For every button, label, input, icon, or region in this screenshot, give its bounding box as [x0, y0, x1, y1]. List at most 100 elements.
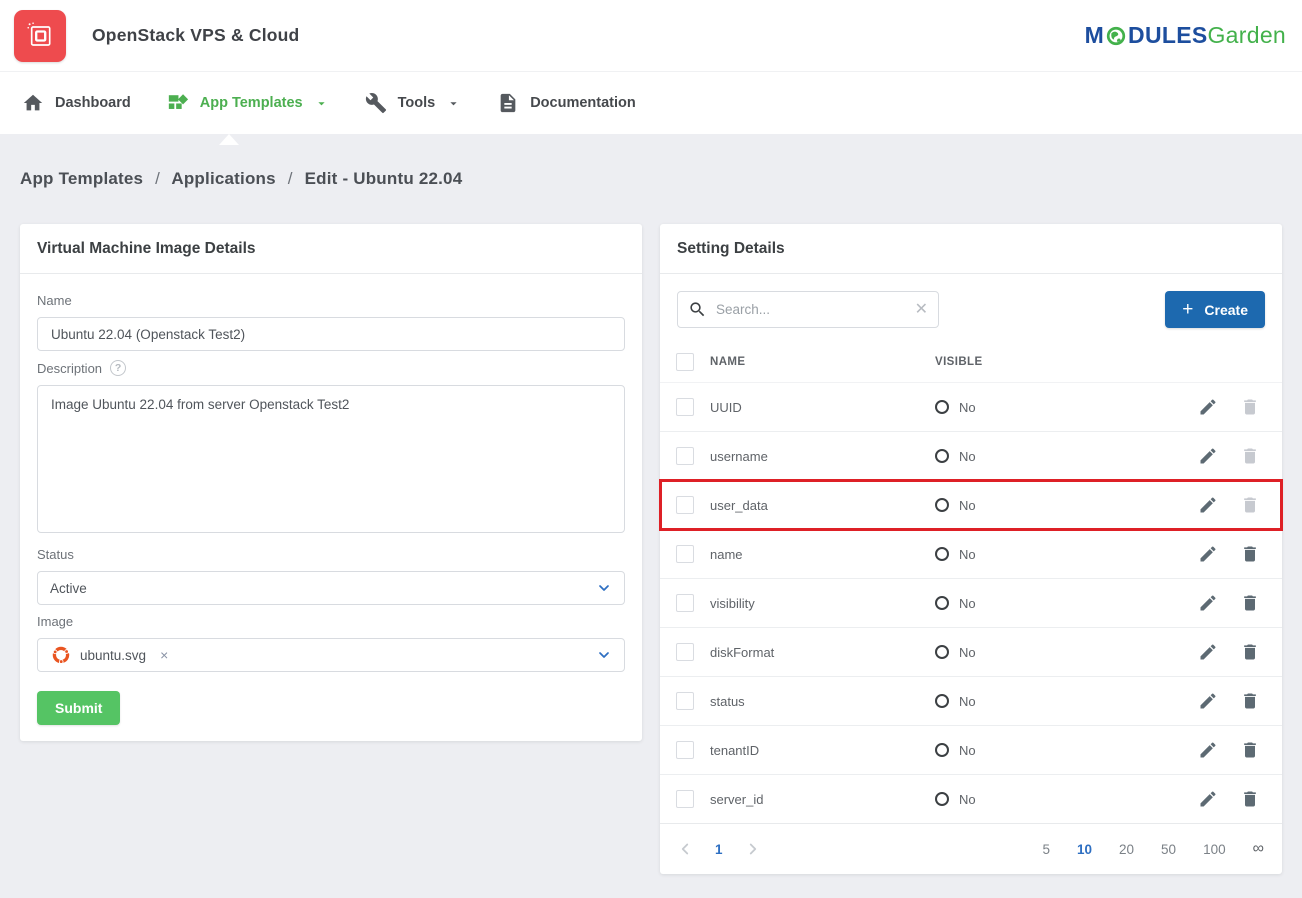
- visible-label: No: [959, 694, 976, 709]
- page-size-10[interactable]: 10: [1077, 842, 1092, 857]
- delete-button[interactable]: [1228, 688, 1272, 714]
- description-field-label: Description ?: [37, 360, 625, 376]
- search-input[interactable]: [677, 291, 939, 328]
- edit-button[interactable]: [1188, 492, 1228, 518]
- nav-item-documentation[interactable]: Documentation: [497, 92, 636, 114]
- name-input[interactable]: [37, 317, 625, 351]
- delete-button[interactable]: [1228, 541, 1272, 567]
- delete-button[interactable]: [1228, 639, 1272, 665]
- edit-button[interactable]: [1188, 786, 1228, 812]
- settings-toolbar: ✕ + Create: [660, 274, 1282, 342]
- submit-button[interactable]: Submit: [37, 691, 120, 725]
- radio-unchecked-icon[interactable]: [935, 400, 949, 414]
- trash-icon: [1240, 642, 1260, 662]
- edit-button[interactable]: [1188, 737, 1228, 763]
- radio-unchecked-icon[interactable]: [935, 449, 949, 463]
- help-icon[interactable]: ?: [110, 360, 126, 376]
- row-checkbox[interactable]: [676, 496, 694, 514]
- pencil-icon: [1198, 642, 1218, 662]
- row-checkbox[interactable]: [676, 741, 694, 759]
- visible-cell: No: [935, 498, 1188, 513]
- visible-cell: No: [935, 694, 1188, 709]
- page-size-5[interactable]: 5: [1042, 842, 1050, 857]
- pencil-icon: [1198, 593, 1218, 613]
- table-row: name No: [660, 529, 1282, 578]
- edit-button[interactable]: [1188, 394, 1228, 420]
- delete-button[interactable]: [1228, 737, 1272, 763]
- delete-button[interactable]: [1228, 590, 1272, 616]
- radio-unchecked-icon[interactable]: [935, 547, 949, 561]
- row-checkbox[interactable]: [676, 643, 694, 661]
- delete-button[interactable]: [1228, 492, 1272, 518]
- edit-button[interactable]: [1188, 590, 1228, 616]
- page-size-100[interactable]: 100: [1203, 842, 1226, 857]
- document-icon: [497, 92, 519, 114]
- nav-item-dashboard[interactable]: Dashboard: [22, 92, 131, 114]
- edit-button[interactable]: [1188, 541, 1228, 567]
- radio-unchecked-icon[interactable]: [935, 743, 949, 757]
- table-row: visibility No: [660, 578, 1282, 627]
- row-checkbox[interactable]: [676, 790, 694, 808]
- row-name: tenantID: [710, 743, 935, 758]
- delete-button[interactable]: [1228, 394, 1272, 420]
- nav-item-app-templates[interactable]: App Templates: [167, 92, 329, 114]
- create-button[interactable]: + Create: [1165, 291, 1265, 328]
- top-header: OpenStack VPS & Cloud M DULES Garden: [0, 0, 1302, 72]
- chip-remove-icon[interactable]: ×: [160, 647, 168, 663]
- pencil-icon: [1198, 397, 1218, 417]
- edit-button[interactable]: [1188, 688, 1228, 714]
- active-nav-notch: [219, 134, 239, 145]
- table-row: user_data No: [660, 480, 1282, 529]
- search-box: ✕: [677, 291, 939, 328]
- prev-page-icon[interactable]: [676, 840, 694, 858]
- search-clear-icon[interactable]: ✕: [915, 299, 928, 319]
- page-size-infinity[interactable]: ∞: [1253, 840, 1264, 858]
- delete-button[interactable]: [1228, 786, 1272, 812]
- radio-unchecked-icon[interactable]: [935, 498, 949, 512]
- row-checkbox[interactable]: [676, 545, 694, 563]
- trash-icon: [1240, 446, 1260, 466]
- app-logo-icon: [14, 10, 66, 62]
- description-textarea[interactable]: Image Ubuntu 22.04 from server Openstack…: [37, 385, 625, 533]
- row-checkbox[interactable]: [676, 692, 694, 710]
- pencil-icon: [1198, 740, 1218, 760]
- nav-item-tools[interactable]: Tools: [365, 92, 462, 114]
- visible-label: No: [959, 792, 976, 807]
- row-checkbox[interactable]: [676, 594, 694, 612]
- next-page-icon[interactable]: [744, 840, 762, 858]
- breadcrumb-app-templates[interactable]: App Templates: [20, 169, 143, 188]
- row-name: diskFormat: [710, 645, 935, 660]
- trash-icon: [1240, 740, 1260, 760]
- breadcrumb-applications[interactable]: Applications: [171, 169, 275, 188]
- radio-unchecked-icon[interactable]: [935, 596, 949, 610]
- page-size-50[interactable]: 50: [1161, 842, 1176, 857]
- pencil-icon: [1198, 544, 1218, 564]
- page-size-20[interactable]: 20: [1119, 842, 1134, 857]
- row-checkbox[interactable]: [676, 447, 694, 465]
- main-nav: Dashboard App Templates Tools Documentat…: [0, 72, 1302, 134]
- radio-unchecked-icon[interactable]: [935, 792, 949, 806]
- edit-button[interactable]: [1188, 443, 1228, 469]
- trash-icon: [1240, 397, 1260, 417]
- description-label-text: Description: [37, 361, 102, 376]
- radio-unchecked-icon[interactable]: [935, 645, 949, 659]
- plus-icon: +: [1182, 300, 1193, 319]
- screen: OpenStack VPS & Cloud M DULES Garden Das…: [0, 0, 1302, 898]
- delete-button[interactable]: [1228, 443, 1272, 469]
- search-icon: [688, 300, 707, 319]
- visible-cell: No: [935, 400, 1188, 415]
- current-page-number[interactable]: 1: [715, 842, 723, 857]
- table-row: tenantID No: [660, 725, 1282, 774]
- status-select[interactable]: Active: [37, 571, 625, 605]
- radio-unchecked-icon[interactable]: [935, 694, 949, 708]
- edit-button[interactable]: [1188, 639, 1228, 665]
- row-checkbox[interactable]: [676, 398, 694, 416]
- nav-label-tools: Tools: [398, 95, 436, 111]
- chevron-down-icon: [596, 580, 612, 596]
- image-select[interactable]: ubuntu.svg ×: [37, 638, 625, 672]
- trash-icon: [1240, 789, 1260, 809]
- trash-icon: [1240, 544, 1260, 564]
- main-content: App Templates / Applications / Edit - Ub…: [0, 134, 1302, 874]
- pencil-icon: [1198, 691, 1218, 711]
- select-all-checkbox[interactable]: [676, 353, 694, 371]
